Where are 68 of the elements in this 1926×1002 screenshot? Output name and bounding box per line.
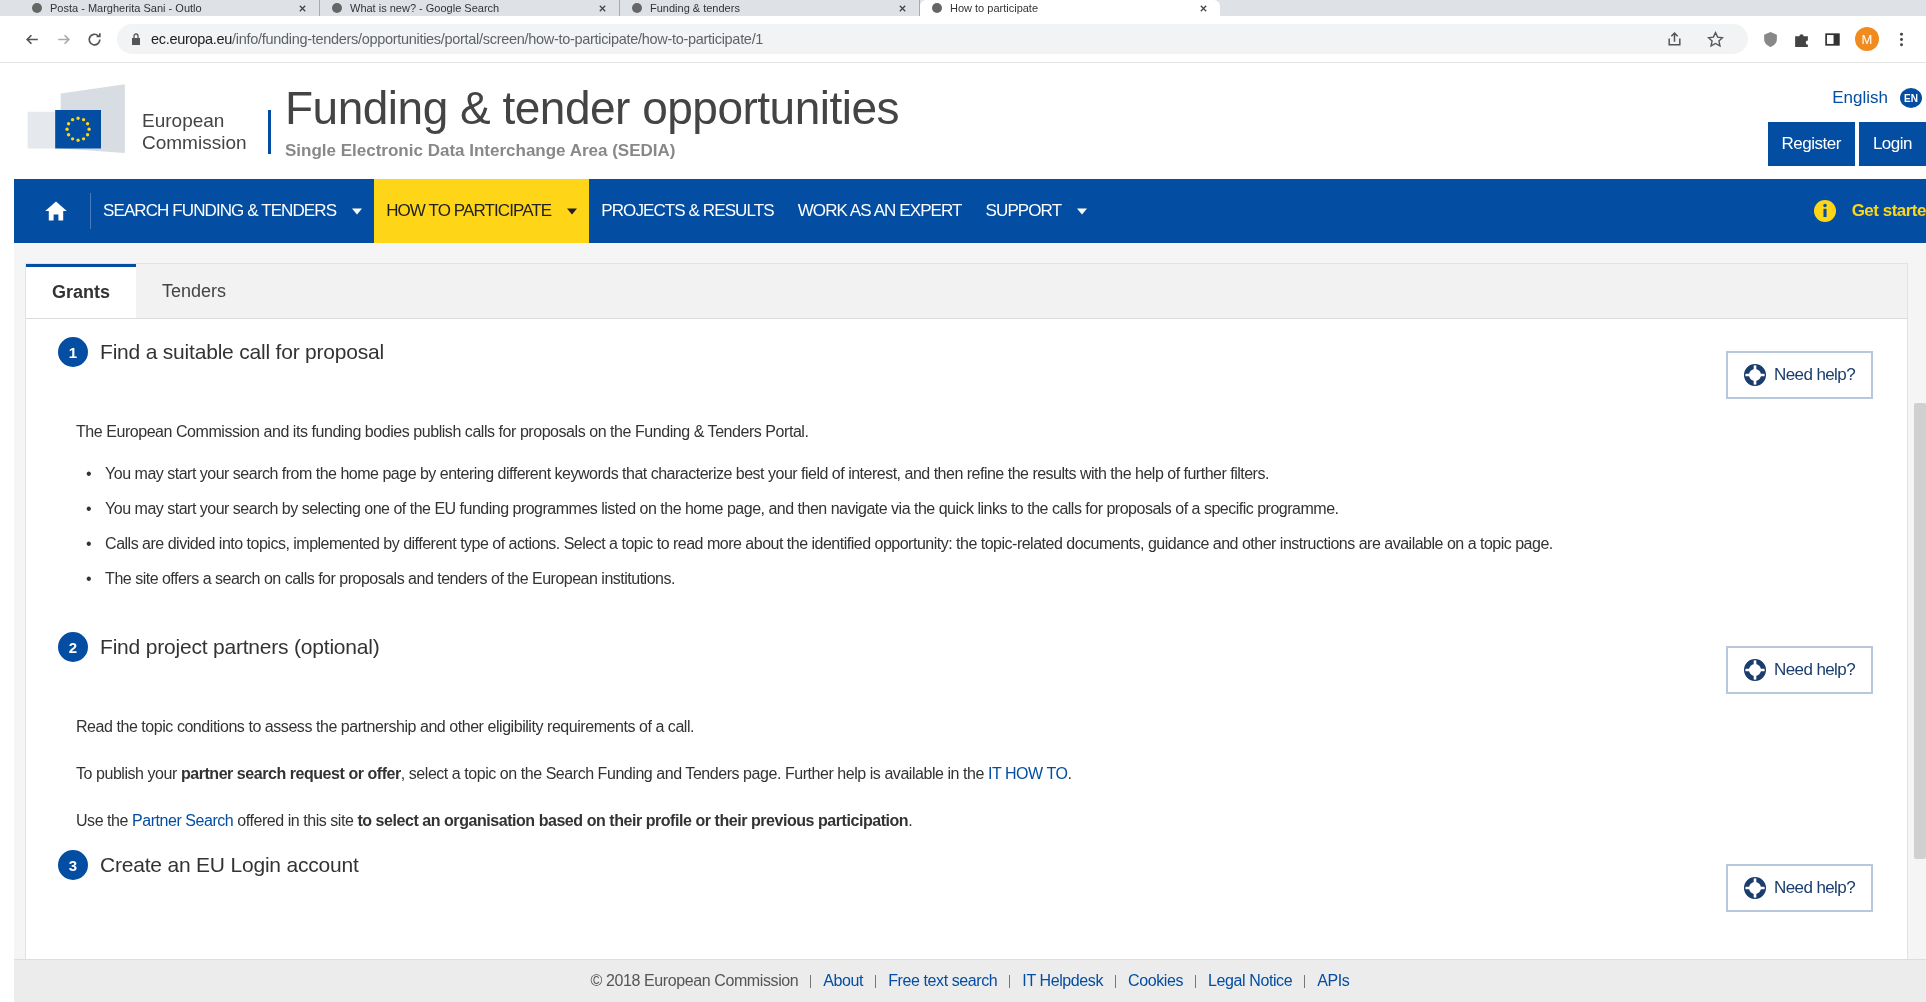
close-icon[interactable] — [1199, 3, 1208, 13]
lock-icon — [131, 33, 141, 45]
lifebuoy-icon — [1744, 659, 1767, 681]
reload-icon[interactable] — [86, 30, 103, 48]
caret-icon[interactable] — [567, 207, 578, 215]
paragraph: The European Commission and its funding bodies publish calls for proposals on the Funding & Tenders Portal. — [76, 422, 810, 442]
star-icon[interactable] — [1707, 30, 1724, 48]
bullet-marker: • — [86, 534, 92, 554]
close-icon[interactable] — [298, 3, 307, 13]
content-tab[interactable]: Tenders — [136, 264, 253, 318]
logo-text: European Commission — [142, 110, 271, 154]
browser-tab[interactable]: What is new? - Google Search — [320, 0, 620, 16]
footer-link[interactable]: Cookies — [1128, 972, 1184, 990]
get-started-link[interactable]: Get starte — [1851, 201, 1926, 221]
bullet-item: The site offers a search on calls for proposals and tenders of the European institutions. — [105, 569, 675, 589]
footer-link[interactable]: Legal Notice — [1208, 972, 1293, 990]
close-icon[interactable] — [898, 3, 907, 13]
step-number: 2 — [58, 632, 88, 662]
need-help-button[interactable]: Need help? — [1726, 351, 1873, 399]
content-tab[interactable]: Grants — [26, 264, 137, 318]
nav-menu-item[interactable]: SUPPORT — [973, 179, 1100, 243]
need-help-button[interactable]: Need help? — [1726, 646, 1873, 694]
footer-link[interactable]: APIs — [1317, 972, 1350, 990]
nav-menu-item[interactable]: SEARCH FUNDING & TENDERS — [91, 179, 375, 243]
language-code-icon[interactable]: EN — [1900, 88, 1922, 108]
nav-menu-item[interactable]: HOW TO PARTICIPATE — [374, 179, 590, 243]
bullet-item: Calls are divided into topics, implemented by different type of actions. Select a topic to read more about the identified opportunity: the topic-related documents, guidance and other instructions are available on a topic page. — [105, 534, 1553, 554]
browser-tab[interactable]: How to participate — [920, 0, 1220, 16]
site-subtitle: Single Electronic Data Interchange Area (SEDIA) — [285, 141, 677, 161]
close-icon[interactable] — [598, 3, 607, 13]
lifebuoy-icon — [1744, 364, 1767, 386]
home-icon — [44, 200, 68, 222]
text-link[interactable]: Partner Search — [132, 812, 234, 829]
language-link[interactable]: English — [1832, 88, 1888, 108]
text-link[interactable]: IT HOW TO — [987, 765, 1068, 782]
caret-icon[interactable] — [1077, 207, 1088, 215]
paragraph: Use the Partner Search offered in this site to select an organisation based on their profile or their previous participation. — [76, 811, 914, 831]
scrollbar[interactable] — [1914, 403, 1926, 859]
shield-icon[interactable] — [1762, 30, 1779, 48]
bullet-item: You may start your search by selecting one of the EU funding programmes listed on the home page, and then navigate via the quick links to the calls for proposals of a specific programme. — [105, 499, 1339, 519]
register-button[interactable]: Register — [1767, 122, 1855, 166]
side-panel-icon[interactable] — [1824, 30, 1841, 48]
step-number: 3 — [58, 850, 88, 880]
paragraph: To publish your partner search request or offer, select a topic on the Search Funding and Tenders page. Further help is available in the IT HOW TO. — [76, 764, 1073, 784]
copyright-text: © 2018 European Commission — [590, 972, 799, 990]
footer-link[interactable]: About — [823, 972, 864, 990]
section-title: Find a suitable call for proposal — [100, 339, 385, 365]
footer-link[interactable]: Free text search — [888, 972, 998, 990]
browser-tab[interactable]: Posta - Margherita Sani - Outlo — [20, 0, 320, 16]
site-title: Funding & tender opportunities — [285, 81, 900, 135]
lifebuoy-icon — [1744, 877, 1767, 899]
section-title: Create an EU Login account — [100, 852, 359, 878]
address-bar[interactable]: ec.europa.eu/info/funding-tenders/opportunities/portal/screen/how-to-participate/how-to-participate/1 — [117, 24, 1748, 54]
nav-menu-item[interactable]: WORK AS AN EXPERT — [785, 179, 974, 243]
share-icon[interactable] — [1666, 30, 1683, 48]
info-icon — [1813, 200, 1836, 222]
need-help-button[interactable]: Need help? — [1726, 864, 1873, 912]
bullet-item: You may start your search from the home page by entering different keywords that characterize best your field of interest, and then refine the results with the help of further filters. — [105, 464, 1269, 484]
step-number: 1 — [58, 337, 88, 367]
bullet-marker: • — [86, 499, 92, 519]
bullet-marker: • — [86, 464, 92, 484]
paragraph: Read the topic conditions to assess the partnership and other eligibility requirements of a call. — [76, 717, 696, 737]
section-title: Find project partners (optional) — [100, 634, 380, 660]
bullet-marker: • — [86, 569, 92, 589]
login-button[interactable]: Login — [1858, 122, 1926, 166]
footer-link[interactable]: IT Helpdesk — [1022, 972, 1104, 990]
nav-menu-item[interactable]: PROJECTS & RESULTS — [589, 179, 786, 243]
caret-icon[interactable] — [352, 207, 363, 215]
